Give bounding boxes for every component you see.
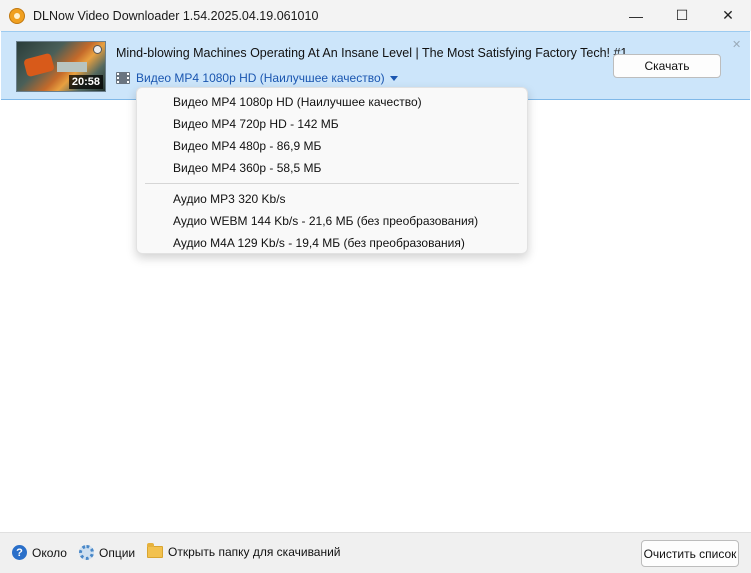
- menu-item-video-720p[interactable]: Видео MP4 720p HD - 142 МБ: [137, 113, 527, 135]
- format-menu: Видео MP4 1080p HD (Наилучшее качество) …: [136, 87, 528, 254]
- window-title: DLNow Video Downloader 1.54.2025.04.19.0…: [33, 8, 319, 23]
- bottom-toolbar: ? Около Опции Открыть папку для скачиван…: [0, 532, 751, 573]
- thumbnail-machine-part: [23, 52, 55, 78]
- selected-format[interactable]: Видео MP4 1080p HD (Наилучшее качество): [136, 71, 385, 85]
- headphones-icon: [9, 7, 25, 24]
- menu-item-audio-m4a[interactable]: Аудио M4A 129 Kb/s - 19,4 МБ (без преобр…: [137, 232, 527, 254]
- film-icon: [116, 72, 130, 84]
- about-link[interactable]: ? Около: [12, 545, 67, 560]
- clear-list-button[interactable]: Очистить список: [641, 540, 739, 567]
- help-icon: ?: [12, 545, 27, 560]
- open-folder-link[interactable]: Открыть папку для скачиваний: [147, 543, 341, 559]
- thumbnail-badge-icon: [93, 45, 102, 54]
- title-bar: DLNow Video Downloader 1.54.2025.04.19.0…: [0, 0, 751, 31]
- options-link[interactable]: Опции: [79, 545, 135, 560]
- format-selector[interactable]: Видео MP4 1080p HD (Наилучшее качество): [116, 71, 398, 85]
- options-label: Опции: [99, 545, 136, 560]
- menu-item-video-360p[interactable]: Видео MP4 360p - 58,5 МБ: [137, 157, 527, 179]
- download-button[interactable]: Скачать: [613, 54, 721, 78]
- open-folder-label: Открыть папку для скачиваний: [168, 545, 341, 559]
- chevron-down-icon[interactable]: [389, 75, 398, 81]
- video-duration: 20:58: [68, 75, 103, 89]
- gear-icon: [79, 545, 94, 560]
- close-window-button[interactable]: ✕: [705, 0, 751, 31]
- menu-item-video-1080p[interactable]: Видео MP4 1080p HD (Наилучшее качество): [137, 91, 527, 113]
- about-label: Около: [32, 545, 67, 560]
- window-controls: — ☐ ✕: [613, 0, 751, 31]
- menu-item-audio-mp3[interactable]: Аудио MP3 320 Kb/s: [137, 188, 527, 210]
- folder-icon: [147, 543, 163, 558]
- video-thumbnail[interactable]: 20:58: [16, 41, 106, 92]
- minimize-button[interactable]: —: [613, 0, 659, 31]
- menu-separator: [145, 183, 519, 184]
- menu-item-video-480p[interactable]: Видео MP4 480p - 86,9 МБ: [137, 135, 527, 157]
- maximize-button[interactable]: ☐: [659, 0, 705, 31]
- remove-item-icon[interactable]: ✕: [732, 38, 741, 51]
- video-title: Mind-blowing Machines Operating At An In…: [116, 46, 628, 60]
- menu-item-audio-webm[interactable]: Аудио WEBM 144 Kb/s - 21,6 МБ (без преоб…: [137, 210, 527, 232]
- thumbnail-conveyor: [57, 62, 87, 72]
